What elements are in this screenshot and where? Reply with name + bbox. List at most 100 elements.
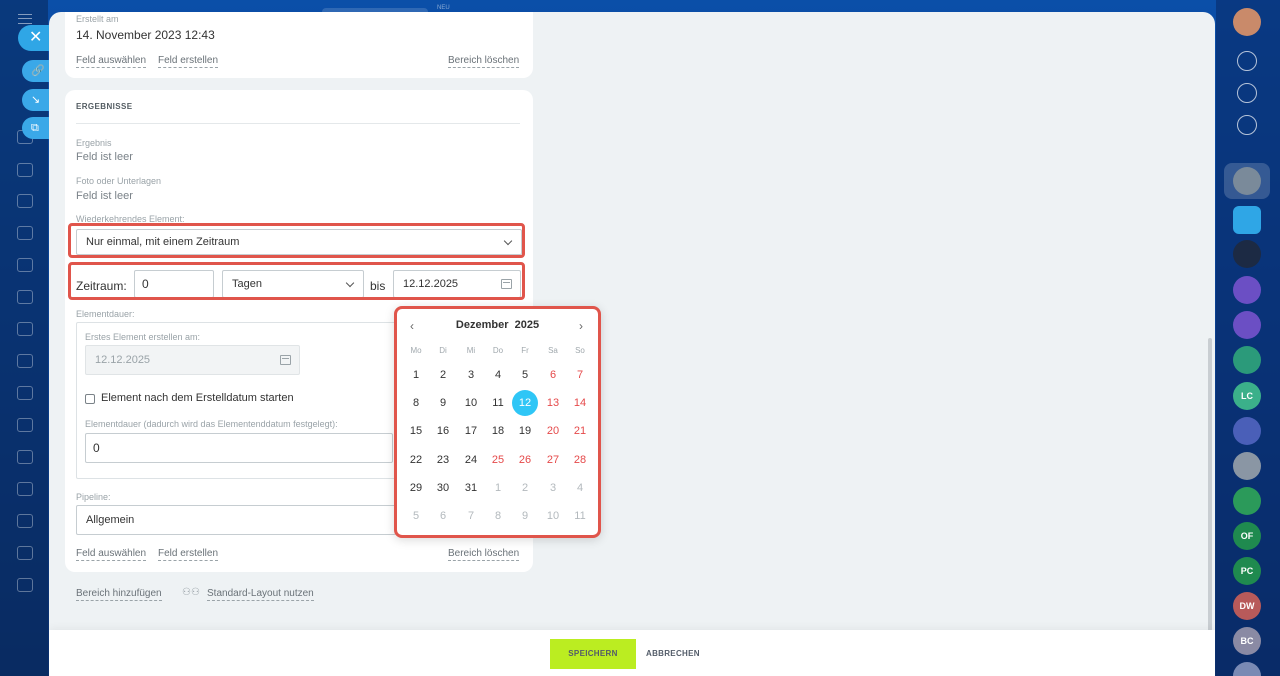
cancel-button[interactable]: ABBRECHEN [646,639,700,669]
checklist-avatar[interactable] [1233,346,1261,374]
search-icon[interactable] [1237,83,1257,103]
calendar-day[interactable]: 7 [458,503,484,529]
calendar-month[interactable]: Dezember [456,319,509,331]
calendar-day[interactable]: 14 [567,390,593,416]
element-duration-box: Erstes Element erstellen am: 12.12.2025 … [76,322,396,479]
contact-avatar-pc[interactable]: PC [1233,557,1261,585]
calendar-day[interactable]: 6 [540,362,566,388]
calendar-day[interactable]: 17 [458,418,484,444]
clear-section-link[interactable]: Bereich löschen [448,55,520,68]
calendar-day[interactable]: 16 [430,418,456,444]
weekday-label: So [575,346,585,355]
scrollbar[interactable] [1208,338,1212,672]
messages-icon[interactable] [1237,115,1257,135]
inbox-icon[interactable] [17,194,33,208]
contact-avatar-lc[interactable]: LC [1233,382,1261,410]
group-avatar[interactable] [1233,276,1261,304]
contact-avatar-of[interactable]: OF [1233,522,1261,550]
cart-icon[interactable] [17,546,33,560]
calendar-day[interactable]: 20 [540,418,566,444]
user-avatar[interactable] [1233,8,1261,36]
first-element-date-value: 12.12.2025 [95,354,151,366]
calendar-day[interactable]: 1 [485,475,511,501]
file-icon[interactable] [17,226,33,240]
standard-layout-link[interactable]: Standard-Layout nutzen [207,588,314,601]
pipeline-select[interactable]: Allgemein [76,505,396,535]
calendar-day[interactable]: 8 [485,503,511,529]
select-field-link[interactable]: Feld auswählen [76,548,147,561]
calendar-day[interactable]: 8 [403,390,429,416]
duration-label: Elementdauer (dadurch wird das Elementen… [85,419,338,429]
contact-avatar-bc[interactable]: BC [1233,627,1261,655]
calendar-day[interactable]: 1 [403,362,429,388]
calendar-day[interactable]: 2 [430,362,456,388]
menu-icon[interactable] [18,14,32,24]
calendar-day[interactable]: 10 [458,390,484,416]
store-icon[interactable] [17,450,33,464]
contact-avatar-dw[interactable]: DW [1233,592,1261,620]
calendar-day[interactable]: 9 [430,390,456,416]
settings-icon[interactable] [17,578,33,592]
calendar-day[interactable]: 21 [567,418,593,444]
calendar-day[interactable]: 27 [540,447,566,473]
calendar-day[interactable]: 26 [512,447,538,473]
calendar-day[interactable]: 5 [512,362,538,388]
calendar-day[interactable]: 23 [430,447,456,473]
select-field-link[interactable]: Feld auswählen [76,55,147,68]
calendar-day[interactable]: 19 [512,418,538,444]
task-icon[interactable] [17,290,33,304]
calendar-day[interactable]: 29 [403,475,429,501]
calendar-day[interactable]: 7 [567,362,593,388]
calendar-day[interactable]: 2 [512,475,538,501]
calendar-day[interactable]: 25 [485,447,511,473]
result-label: Ergebnis [76,138,112,148]
calendar-day[interactable]: 4 [567,475,593,501]
start-after-checkbox[interactable] [85,394,95,404]
save-button[interactable]: SPEICHERN [550,639,636,669]
calendar-day[interactable]: 3 [540,475,566,501]
chat-avatar[interactable] [1233,206,1261,234]
notifications-icon[interactable] [1237,51,1257,71]
calendar-day[interactable]: 3 [458,362,484,388]
pipeline-value: Allgemein [86,514,135,526]
calendar-day[interactable]: 30 [430,475,456,501]
edit-icon[interactable] [17,386,33,400]
create-field-link[interactable]: Feld erstellen [158,548,219,561]
calendar-day[interactable]: 5 [403,503,429,529]
contact-avatar[interactable] [1233,240,1261,268]
contact-avatar[interactable] [1233,452,1261,480]
calendar-day[interactable]: 22 [403,447,429,473]
calendar-icon[interactable] [17,354,33,368]
calendar-day[interactable]: 13 [540,390,566,416]
calendar-day[interactable]: 12 [512,390,538,417]
duration-input[interactable]: 0 [85,433,393,463]
calendar-day[interactable]: 9 [512,503,538,529]
contact-avatar[interactable] [1233,417,1261,445]
first-element-date-input: 12.12.2025 [85,345,300,375]
calendar-day[interactable]: 24 [458,447,484,473]
calendar-day[interactable]: 31 [458,475,484,501]
add-section-link[interactable]: Bereich hinzufügen [76,588,162,601]
board-icon[interactable] [17,258,33,272]
contact-avatar[interactable] [1233,662,1261,676]
chat-icon[interactable] [17,322,33,336]
calendar-day[interactable]: 15 [403,418,429,444]
contact-avatar[interactable] [1233,167,1261,195]
calendar-day[interactable]: 18 [485,418,511,444]
calendar-day[interactable]: 10 [540,503,566,529]
calendar-day[interactable]: 6 [430,503,456,529]
calendar-day[interactable]: 28 [567,447,593,473]
monitor-icon[interactable] [17,482,33,496]
filter-icon[interactable] [17,418,33,432]
calendar-day[interactable]: 11 [567,503,593,529]
group-avatar[interactable] [1233,311,1261,339]
next-month-icon[interactable]: › [574,319,588,333]
calendar-day[interactable]: 11 [485,390,511,416]
create-field-link[interactable]: Feld erstellen [158,55,219,68]
checklist-avatar[interactable] [1233,487,1261,515]
chart-icon[interactable] [17,514,33,528]
calendar-day[interactable]: 4 [485,362,511,388]
clear-section-link[interactable]: Bereich löschen [448,548,520,561]
calendar-year[interactable]: 2025 [515,319,539,331]
contacts-icon[interactable] [17,163,33,177]
